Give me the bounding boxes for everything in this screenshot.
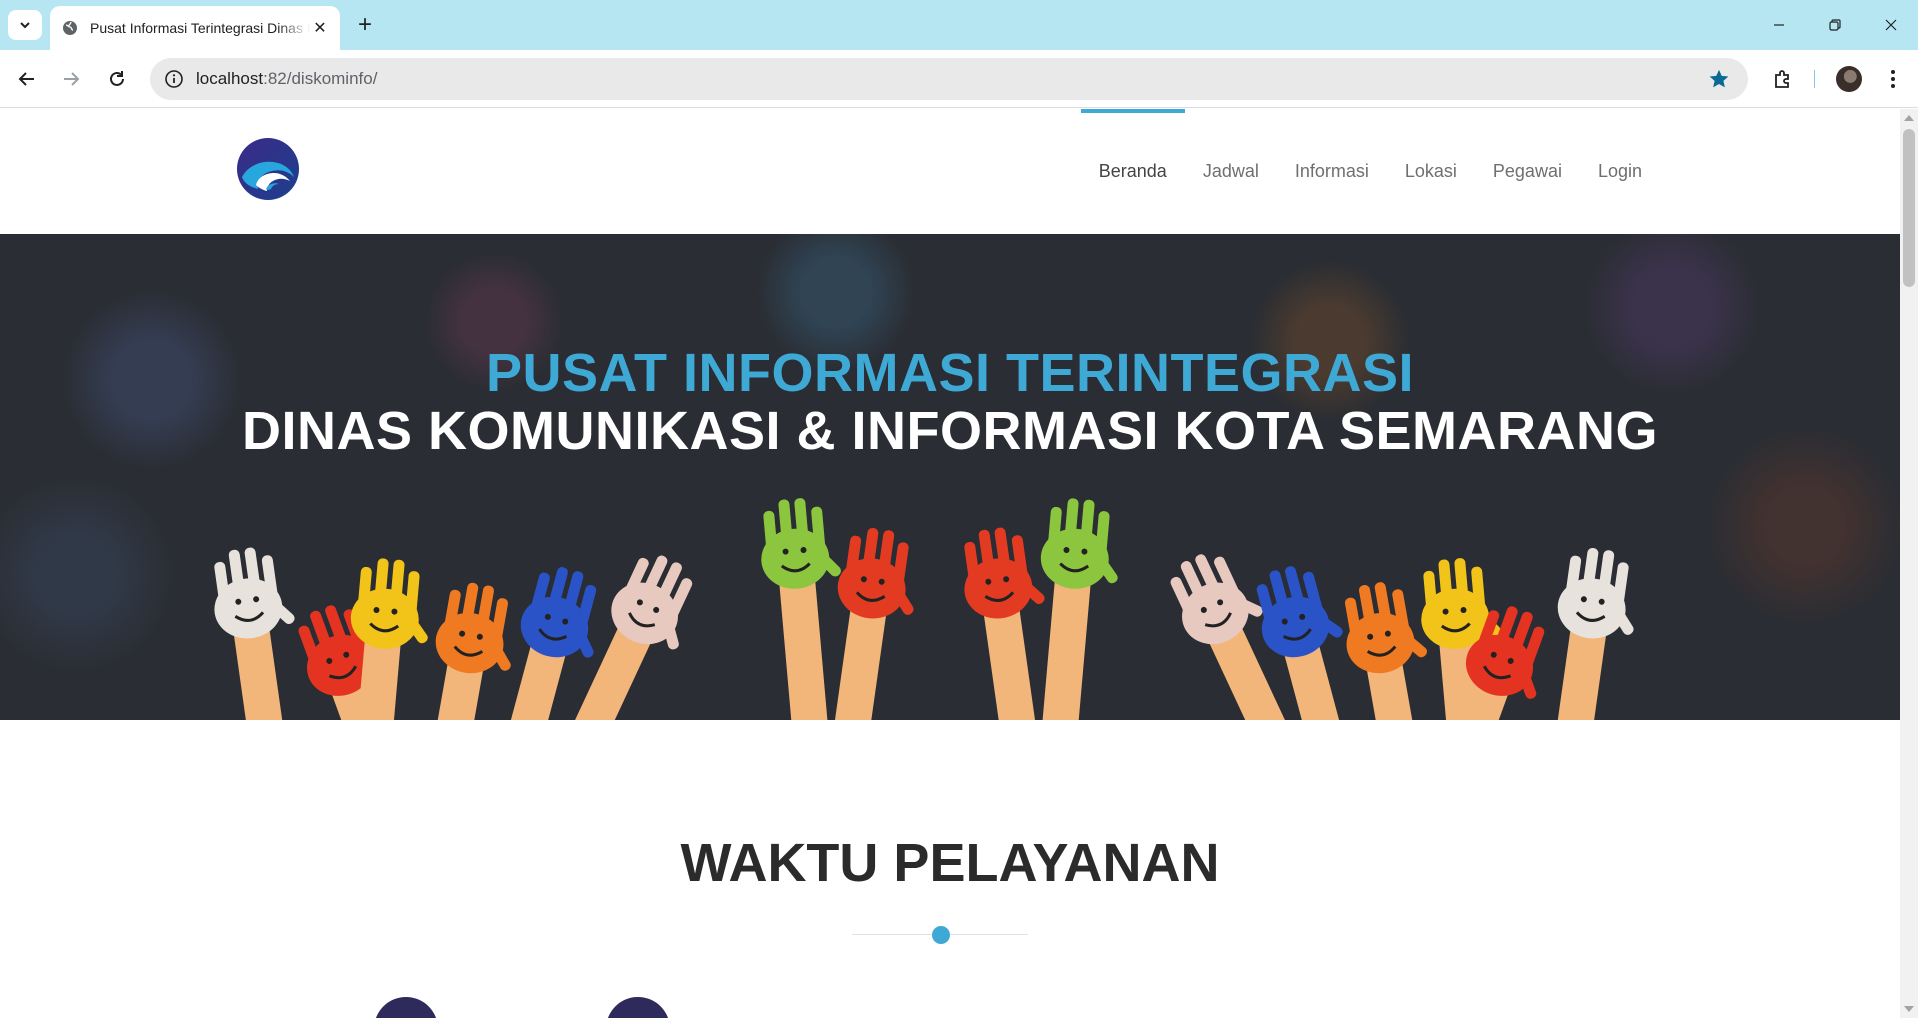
url-path: :82/diskominfo/	[263, 69, 378, 88]
hero-title-line2: DINAS KOMUNIKASI & INFORMASI KOTA SEMARA…	[242, 401, 1658, 461]
new-tab-button[interactable]: +	[352, 12, 378, 38]
painted-hand	[1035, 498, 1118, 720]
puzzle-icon	[1775, 70, 1789, 88]
toolbar-separator	[1814, 70, 1815, 88]
scrollbar-thumb[interactable]	[1903, 129, 1915, 287]
nav-lokasi[interactable]: Lokasi	[1387, 109, 1475, 234]
painted-hands-image	[214, 498, 1634, 720]
window-close-icon[interactable]	[1868, 10, 1914, 40]
nav-pegawai[interactable]: Pegawai	[1475, 109, 1580, 234]
tab-title: Pusat Informasi Terintegrasi Dinas Komun…	[90, 20, 310, 36]
nav-informasi[interactable]: Informasi	[1277, 109, 1387, 234]
hero-title-line1: PUSAT INFORMASI TERINTEGRASI	[485, 343, 1415, 403]
address-bar[interactable]: localhost:82/diskominfo/	[150, 58, 1748, 100]
profile-button[interactable]	[1834, 64, 1864, 94]
kominfo-logo[interactable]	[236, 137, 300, 201]
hero-title: PUSAT INFORMASI TERINTEGRASI DINAS KOMUN…	[0, 346, 1900, 458]
site-header: Beranda Jadwal Informasi Lokasi Pegawai …	[0, 109, 1900, 234]
url-text[interactable]: localhost:82/diskominfo/	[196, 69, 377, 89]
browser-tab-active[interactable]: Pusat Informasi Terintegrasi Dinas Komun…	[50, 6, 340, 50]
scroll-up-arrow[interactable]	[1904, 115, 1914, 121]
painted-hand	[214, 547, 301, 720]
arrow-right-icon	[64, 72, 80, 86]
minimize-icon[interactable]	[1756, 10, 1802, 40]
site-nav: Beranda Jadwal Informasi Lokasi Pegawai …	[1080, 109, 1660, 234]
section-title: WAKTU PELAYANAN	[680, 833, 1220, 893]
forward-button[interactable]	[56, 64, 86, 94]
restore-icon[interactable]	[1812, 10, 1858, 40]
close-tab-icon[interactable]: ✕	[310, 18, 330, 38]
service-icon-circle	[374, 997, 438, 1018]
browser-toolbar: localhost:82/diskominfo/	[0, 50, 1918, 108]
arrow-left-icon	[18, 72, 34, 86]
avatar	[1836, 66, 1862, 92]
web-page: Beranda Jadwal Informasi Lokasi Pegawai …	[0, 109, 1900, 1018]
nav-jadwal[interactable]: Jadwal	[1185, 109, 1277, 234]
site-info-icon[interactable]	[164, 69, 184, 89]
reload-icon	[110, 71, 124, 86]
globe-icon	[62, 20, 78, 36]
chevron-down-icon	[20, 22, 30, 29]
nav-login[interactable]: Login	[1580, 109, 1660, 234]
browser-tabbar: Pusat Informasi Terintegrasi Dinas Komun…	[0, 0, 1918, 50]
section-divider	[852, 925, 1028, 945]
nav-beranda[interactable]: Beranda	[1080, 109, 1185, 234]
bookmark-star-icon[interactable]	[1708, 68, 1730, 90]
reload-button[interactable]	[102, 64, 132, 94]
page-scrollbar[interactable]	[1900, 109, 1918, 1018]
url-host: localhost	[196, 69, 264, 88]
scroll-down-arrow[interactable]	[1904, 1006, 1914, 1012]
divider-dot	[932, 926, 950, 944]
hero-banner: PUSAT INFORMASI TERINTEGRASI DINAS KOMUN…	[0, 234, 1900, 720]
back-button[interactable]	[12, 64, 42, 94]
browser-menu-button[interactable]	[1878, 64, 1908, 94]
service-icon-circle	[606, 997, 670, 1018]
tab-search-button[interactable]	[8, 10, 42, 40]
extensions-button[interactable]	[1768, 64, 1798, 94]
more-vert-icon	[1891, 70, 1895, 88]
